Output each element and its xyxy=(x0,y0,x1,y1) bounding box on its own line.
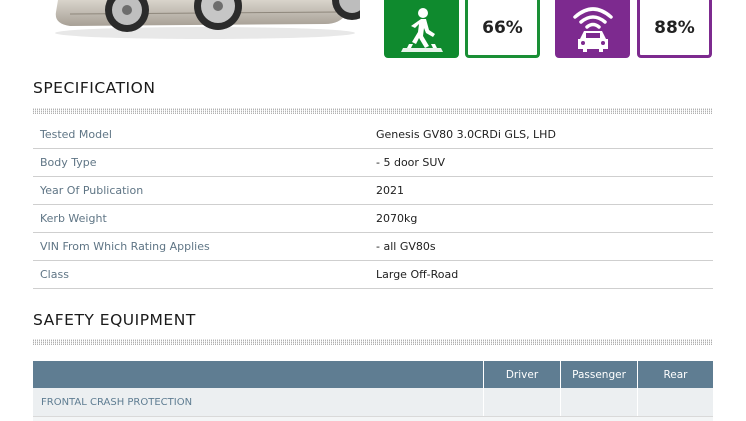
car-photo xyxy=(40,0,360,40)
front-wheel-icon xyxy=(105,0,149,32)
table-header: Driver Passenger Rear xyxy=(33,361,713,388)
spec-label: Class xyxy=(40,268,69,281)
safety-assist-tile xyxy=(555,0,630,58)
spec-value: - all GV80s xyxy=(376,240,436,253)
section-divider xyxy=(33,339,713,345)
column-header-driver: Driver xyxy=(483,361,560,388)
spec-row-vin: VIN From Which Rating Applies - all GV80… xyxy=(33,233,713,261)
column-header-rear: Rear xyxy=(637,361,713,388)
spec-value: Large Off-Road xyxy=(376,268,459,281)
table-row: FRONTAL CRASH PROTECTION xyxy=(33,388,713,417)
vulnerable-road-users-score: 66% xyxy=(465,0,540,58)
spec-value: 2021 xyxy=(376,184,404,197)
spec-row-year: Year Of Publication 2021 xyxy=(33,177,713,205)
spec-row-body-type: Body Type - 5 door SUV xyxy=(33,149,713,177)
table-row xyxy=(33,417,713,421)
car-sensor-icon xyxy=(572,7,613,52)
spec-value: Genesis GV80 3.0CRDi GLS, LHD xyxy=(376,128,556,141)
spec-value: - 5 door SUV xyxy=(376,156,445,169)
pedestrian-crossing-icon xyxy=(400,8,443,52)
safety-equipment-heading: SAFETY EQUIPMENT xyxy=(33,311,196,329)
spec-label: Body Type xyxy=(40,156,97,169)
spec-row-kerb-weight: Kerb Weight 2070kg xyxy=(33,205,713,233)
sa-score-value: 88% xyxy=(654,17,695,38)
safety-equipment-table: Driver Passenger Rear FRONTAL CRASH PROT… xyxy=(33,361,713,421)
spec-row-tested-model: Tested Model Genesis GV80 3.0CRDi GLS, L… xyxy=(33,121,713,149)
spec-label: Tested Model xyxy=(40,128,112,141)
column-header-passenger: Passenger xyxy=(560,361,637,388)
section-divider xyxy=(33,108,713,114)
vulnerable-road-users-tile xyxy=(384,0,459,58)
passenger-cell xyxy=(560,388,637,416)
row-label: FRONTAL CRASH PROTECTION xyxy=(41,396,193,408)
header-spacer xyxy=(33,361,483,388)
spec-label: VIN From Which Rating Applies xyxy=(40,240,210,253)
spec-value: 2070kg xyxy=(376,212,418,225)
specification-table: Tested Model Genesis GV80 3.0CRDi GLS, L… xyxy=(33,121,713,289)
spec-label: Kerb Weight xyxy=(40,212,107,225)
vru-score-value: 66% xyxy=(482,17,523,38)
mid-wheel-icon xyxy=(194,0,242,30)
spec-label: Year Of Publication xyxy=(40,184,144,197)
driver-cell xyxy=(483,388,560,416)
rear-cell xyxy=(637,388,713,416)
spec-row-class: Class Large Off-Road xyxy=(33,261,713,289)
specification-heading: SPECIFICATION xyxy=(33,79,156,97)
safety-assist-score: 88% xyxy=(637,0,712,58)
